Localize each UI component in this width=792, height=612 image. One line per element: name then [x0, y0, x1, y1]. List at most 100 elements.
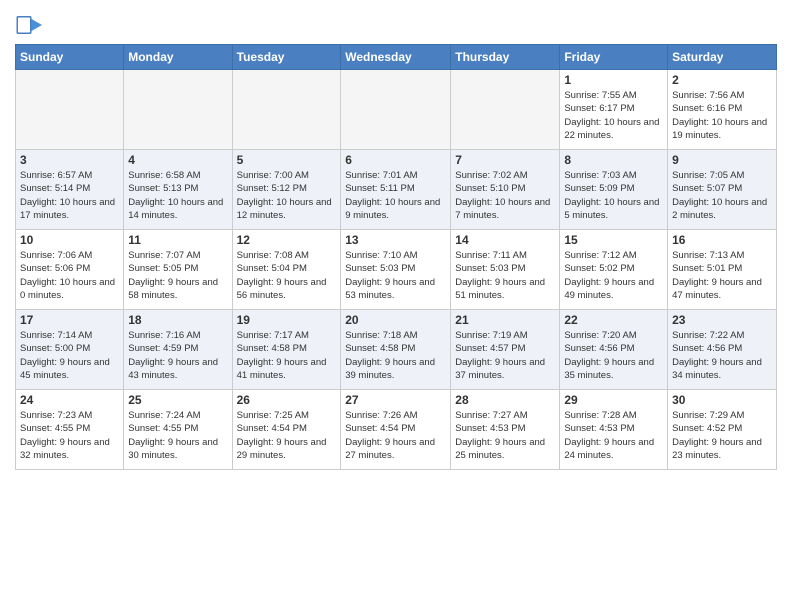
day-number: 1 [564, 73, 663, 87]
calendar-cell: 22 Sunrise: 7:20 AM Sunset: 4:56 PM Dayli… [560, 310, 668, 390]
calendar-cell: 13 Sunrise: 7:10 AM Sunset: 5:03 PM Dayli… [341, 230, 451, 310]
day-info: Sunrise: 7:03 AM Sunset: 5:09 PM Dayligh… [564, 169, 663, 222]
day-number: 15 [564, 233, 663, 247]
day-info: Sunrise: 7:22 AM Sunset: 4:56 PM Dayligh… [672, 329, 772, 382]
day-number: 12 [237, 233, 337, 247]
day-info: Sunrise: 7:55 AM Sunset: 6:17 PM Dayligh… [564, 89, 663, 142]
calendar-cell: 23 Sunrise: 7:22 AM Sunset: 4:56 PM Dayli… [668, 310, 777, 390]
calendar-cell [232, 70, 341, 150]
day-number: 25 [128, 393, 227, 407]
day-info: Sunrise: 7:05 AM Sunset: 5:07 PM Dayligh… [672, 169, 772, 222]
calendar-cell: 3 Sunrise: 6:57 AM Sunset: 5:14 PM Daylig… [16, 150, 124, 230]
day-info: Sunrise: 7:20 AM Sunset: 4:56 PM Dayligh… [564, 329, 663, 382]
day-info: Sunrise: 7:28 AM Sunset: 4:53 PM Dayligh… [564, 409, 663, 462]
calendar-cell: 9Sunrise: 7:05 AM Sunset: 5:07 PM Daylig… [668, 150, 777, 230]
calendar-cell: 12 Sunrise: 7:08 AM Sunset: 5:04 PM Dayli… [232, 230, 341, 310]
calendar-cell: 25 Sunrise: 7:24 AM Sunset: 4:55 PM Dayli… [124, 390, 232, 470]
day-info: Sunrise: 7:25 AM Sunset: 4:54 PM Dayligh… [237, 409, 337, 462]
col-header-tuesday: Tuesday [232, 45, 341, 70]
calendar-cell: 30 Sunrise: 7:29 AM Sunset: 4:52 PM Dayli… [668, 390, 777, 470]
calendar-cell [451, 70, 560, 150]
day-number: 20 [345, 313, 446, 327]
calendar-week-2: 3 Sunrise: 6:57 AM Sunset: 5:14 PM Daylig… [16, 150, 777, 230]
calendar-table: SundayMondayTuesdayWednesdayThursdayFrid… [15, 44, 777, 470]
calendar-cell: 11 Sunrise: 7:07 AM Sunset: 5:05 PM Dayli… [124, 230, 232, 310]
calendar-cell: 5Sunrise: 7:00 AM Sunset: 5:12 PM Daylig… [232, 150, 341, 230]
day-number: 14 [455, 233, 555, 247]
day-number: 5 [237, 153, 337, 167]
calendar-cell: 24 Sunrise: 7:23 AM Sunset: 4:55 PM Dayli… [16, 390, 124, 470]
calendar-header-row: SundayMondayTuesdayWednesdayThursdayFrid… [16, 45, 777, 70]
calendar-cell: 29 Sunrise: 7:28 AM Sunset: 4:53 PM Dayli… [560, 390, 668, 470]
day-number: 16 [672, 233, 772, 247]
day-info: Sunrise: 7:01 AM Sunset: 5:11 PM Dayligh… [345, 169, 446, 222]
day-number: 11 [128, 233, 227, 247]
col-header-friday: Friday [560, 45, 668, 70]
calendar-week-5: 24 Sunrise: 7:23 AM Sunset: 4:55 PM Dayli… [16, 390, 777, 470]
day-number: 28 [455, 393, 555, 407]
day-info: Sunrise: 7:17 AM Sunset: 4:58 PM Dayligh… [237, 329, 337, 382]
page-container: SundayMondayTuesdayWednesdayThursdayFrid… [0, 0, 792, 480]
day-number: 8 [564, 153, 663, 167]
day-number: 23 [672, 313, 772, 327]
day-info: Sunrise: 7:02 AM Sunset: 5:10 PM Dayligh… [455, 169, 555, 222]
day-number: 22 [564, 313, 663, 327]
day-info: Sunrise: 7:27 AM Sunset: 4:53 PM Dayligh… [455, 409, 555, 462]
day-number: 10 [20, 233, 119, 247]
calendar-cell: 1 Sunrise: 7:55 AM Sunset: 6:17 PM Daylig… [560, 70, 668, 150]
day-number: 26 [237, 393, 337, 407]
header [15, 10, 777, 40]
calendar-cell: 28 Sunrise: 7:27 AM Sunset: 4:53 PM Dayli… [451, 390, 560, 470]
calendar-cell: 6 Sunrise: 7:01 AM Sunset: 5:11 PM Daylig… [341, 150, 451, 230]
calendar-cell: 21Sunrise: 7:19 AM Sunset: 4:57 PM Dayli… [451, 310, 560, 390]
day-number: 4 [128, 153, 227, 167]
day-number: 3 [20, 153, 119, 167]
day-number: 29 [564, 393, 663, 407]
col-header-thursday: Thursday [451, 45, 560, 70]
calendar-cell: 10Sunrise: 7:06 AM Sunset: 5:06 PM Dayli… [16, 230, 124, 310]
day-info: Sunrise: 7:26 AM Sunset: 4:54 PM Dayligh… [345, 409, 446, 462]
logo-icon [15, 10, 45, 40]
day-info: Sunrise: 6:57 AM Sunset: 5:14 PM Dayligh… [20, 169, 119, 222]
calendar-cell: 8 Sunrise: 7:03 AM Sunset: 5:09 PM Daylig… [560, 150, 668, 230]
day-info: Sunrise: 7:08 AM Sunset: 5:04 PM Dayligh… [237, 249, 337, 302]
calendar-cell: 18 Sunrise: 7:16 AM Sunset: 4:59 PM Dayli… [124, 310, 232, 390]
day-info: Sunrise: 7:23 AM Sunset: 4:55 PM Dayligh… [20, 409, 119, 462]
calendar-cell: 20 Sunrise: 7:18 AM Sunset: 4:58 PM Dayli… [341, 310, 451, 390]
day-info: Sunrise: 7:29 AM Sunset: 4:52 PM Dayligh… [672, 409, 772, 462]
col-header-wednesday: Wednesday [341, 45, 451, 70]
day-info: Sunrise: 7:24 AM Sunset: 4:55 PM Dayligh… [128, 409, 227, 462]
calendar-cell: 4 Sunrise: 6:58 AM Sunset: 5:13 PM Daylig… [124, 150, 232, 230]
day-number: 17 [20, 313, 119, 327]
day-info: Sunrise: 7:13 AM Sunset: 5:01 PM Dayligh… [672, 249, 772, 302]
day-info: Sunrise: 7:18 AM Sunset: 4:58 PM Dayligh… [345, 329, 446, 382]
day-info: Sunrise: 7:16 AM Sunset: 4:59 PM Dayligh… [128, 329, 227, 382]
calendar-week-4: 17Sunrise: 7:14 AM Sunset: 5:00 PM Dayli… [16, 310, 777, 390]
day-info: Sunrise: 7:19 AM Sunset: 4:57 PM Dayligh… [455, 329, 555, 382]
calendar-cell: 17Sunrise: 7:14 AM Sunset: 5:00 PM Dayli… [16, 310, 124, 390]
day-number: 30 [672, 393, 772, 407]
calendar-week-1: 1 Sunrise: 7:55 AM Sunset: 6:17 PM Daylig… [16, 70, 777, 150]
day-number: 2 [672, 73, 772, 87]
calendar-cell: 15 Sunrise: 7:12 AM Sunset: 5:02 PM Dayli… [560, 230, 668, 310]
day-info: Sunrise: 7:07 AM Sunset: 5:05 PM Dayligh… [128, 249, 227, 302]
day-number: 13 [345, 233, 446, 247]
day-number: 7 [455, 153, 555, 167]
day-number: 6 [345, 153, 446, 167]
calendar-cell: 14 Sunrise: 7:11 AM Sunset: 5:03 PM Dayli… [451, 230, 560, 310]
day-info: Sunrise: 7:12 AM Sunset: 5:02 PM Dayligh… [564, 249, 663, 302]
day-info: Sunrise: 7:10 AM Sunset: 5:03 PM Dayligh… [345, 249, 446, 302]
day-info: Sunrise: 7:11 AM Sunset: 5:03 PM Dayligh… [455, 249, 555, 302]
col-header-saturday: Saturday [668, 45, 777, 70]
calendar-cell: 16 Sunrise: 7:13 AM Sunset: 5:01 PM Dayli… [668, 230, 777, 310]
calendar-cell: 26 Sunrise: 7:25 AM Sunset: 4:54 PM Dayli… [232, 390, 341, 470]
calendar-cell [124, 70, 232, 150]
day-number: 27 [345, 393, 446, 407]
col-header-monday: Monday [124, 45, 232, 70]
day-info: Sunrise: 6:58 AM Sunset: 5:13 PM Dayligh… [128, 169, 227, 222]
day-number: 24 [20, 393, 119, 407]
calendar-cell [341, 70, 451, 150]
calendar-cell: 19Sunrise: 7:17 AM Sunset: 4:58 PM Dayli… [232, 310, 341, 390]
calendar-cell: 2Sunrise: 7:56 AM Sunset: 6:16 PM Daylig… [668, 70, 777, 150]
day-number: 18 [128, 313, 227, 327]
